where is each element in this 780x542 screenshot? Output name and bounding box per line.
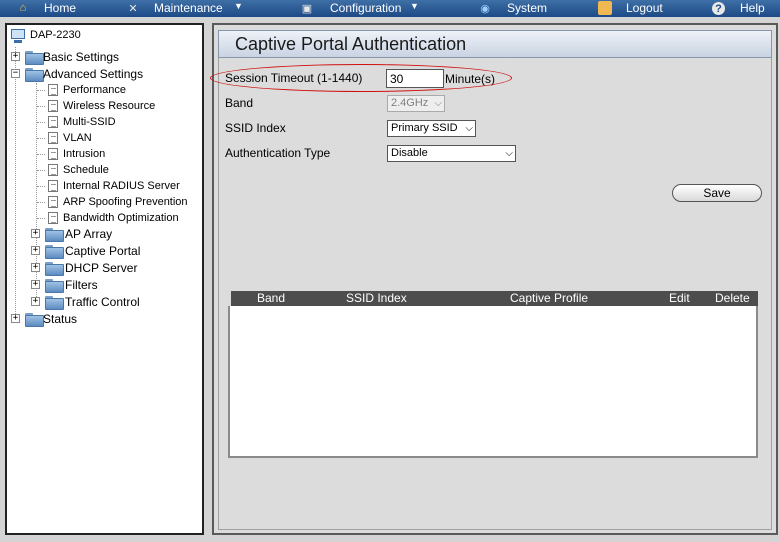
home-icon: ⌂ [19,2,27,14]
tree-item-multi-ssid[interactable]: Multi-SSID [37,114,202,130]
page-icon [48,164,58,176]
tree-item-intrusion[interactable]: Intrusion [37,146,202,162]
expand-icon[interactable]: + [11,314,20,323]
expand-icon[interactable]: + [11,52,20,61]
column-ssid-index: SSID Index [346,291,407,305]
collapse-icon[interactable]: − [11,69,20,78]
nav-system[interactable]: ◉ System [478,0,550,17]
auth-type-select[interactable]: Disable ⌵ [387,145,516,162]
tree-item-arp-spoofing-prevention[interactable]: ARP Spoofing Prevention [37,194,202,210]
ssid-index-label: SSID Index [225,121,286,135]
page-title: Captive Portal Authentication [218,30,772,58]
chevron-down-icon: ▼ [410,1,419,11]
page-icon [48,212,58,224]
chevron-down-icon: ⌵ [505,148,513,159]
top-nav-bar: ⌂ Home ✕ Maintenance ▼ ▣ Configuration ▼… [0,0,780,17]
band-label: Band [225,96,254,110]
tree-folder-traffic-control[interactable]: + Traffic Control [31,294,201,310]
folder-icon [25,51,44,65]
band-select[interactable]: 2.4GHz ⌵ [387,95,445,112]
nav-logout[interactable]: Logout [596,0,666,17]
tree-item-schedule[interactable]: Schedule [37,162,202,178]
page-icon [48,116,58,128]
nav-maintenance[interactable]: ✕ Maintenance ▼ [126,0,246,17]
folder-icon [45,228,64,242]
tree-item-vlan[interactable]: VLAN [37,130,202,146]
page-icon [48,100,58,112]
folder-icon [45,296,64,310]
page-icon [48,132,58,144]
chevron-down-icon: ▼ [234,1,243,11]
folder-icon [45,245,64,259]
chevron-down-icon: ⌵ [434,98,442,109]
chevron-down-icon: ⌵ [465,123,473,134]
folder-icon [25,313,44,327]
tree-basic-settings[interactable]: + Basic Settings [11,49,201,65]
tree-item-wireless-resource[interactable]: Wireless Resource [37,98,202,114]
key-icon [598,1,612,15]
tree-connector [15,47,16,320]
expand-icon[interactable]: + [31,280,40,289]
tree-advanced-settings[interactable]: − Advanced Settings [11,66,201,82]
table-body [228,306,758,458]
tools-icon: ✕ [128,2,138,15]
tree-folder-dhcp-server[interactable]: + DHCP Server [31,260,201,276]
highlight-annotation [210,64,512,92]
tree-item-performance[interactable]: Performance [37,82,202,98]
ssid-index-select[interactable]: Primary SSID ⌵ [387,120,476,137]
expand-icon[interactable]: + [31,263,40,272]
help-icon: ? [712,2,725,15]
navigation-tree: DAP-2230 + Basic Settings − Advanced Set… [5,23,204,535]
tree-status[interactable]: + Status [11,311,201,327]
tree-item-internal-radius-server[interactable]: Internal RADIUS Server [37,178,202,194]
nav-home[interactable]: ⌂ Home [14,0,84,17]
column-band: Band [257,291,286,305]
expand-icon[interactable]: + [31,297,40,306]
system-icon: ◉ [480,2,490,15]
computer-base-icon [14,40,22,43]
nav-configuration[interactable]: ▣ Configuration ▼ [300,0,422,17]
column-edit: Edit [669,291,690,305]
column-delete: Delete [715,291,750,305]
tree-folder-filters[interactable]: + Filters [31,277,201,293]
tree-folder-ap-array[interactable]: + AP Array [31,226,201,242]
page-icon [48,84,58,96]
tree-item-bandwidth-optimization[interactable]: Bandwidth Optimization [37,210,202,226]
expand-icon[interactable]: + [31,229,40,238]
tree-folder-captive-portal[interactable]: + Captive Portal [31,243,201,259]
computer-icon [11,29,25,39]
page-icon [48,196,58,208]
save-button[interactable]: Save [672,184,762,202]
folder-open-icon [25,68,44,82]
floppy-icon: ▣ [301,2,313,15]
expand-icon[interactable]: + [31,246,40,255]
page-icon [48,180,58,192]
folder-icon [45,279,64,293]
nav-help[interactable]: ? Help [710,0,778,17]
table-header: Band SSID Index Captive Profile Edit Del… [231,291,758,306]
page-icon [48,148,58,160]
folder-icon [45,262,64,276]
main-panel [212,23,778,535]
column-captive-profile: Captive Profile [510,291,589,305]
auth-type-label: Authentication Type [225,146,331,160]
